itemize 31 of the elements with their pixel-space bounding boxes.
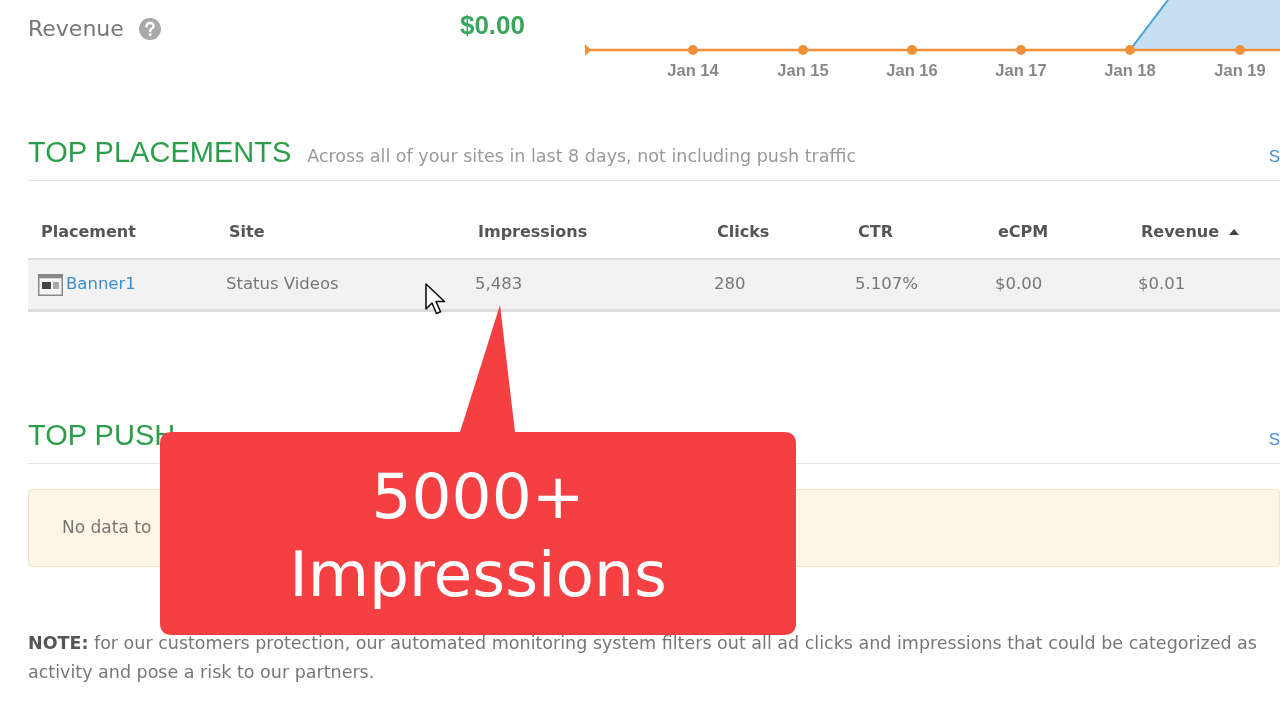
mouse-pointer-icon [425,283,446,315]
callout-text: 5000+ [371,459,585,535]
axis-label: Jan 18 [1104,61,1156,79]
table-cell-text: $0.00 [995,273,1043,296]
revenue-label: Revenue [28,15,124,43]
table-cell-text: Status Videos [226,273,339,296]
column-header[interactable]: Revenue [1141,219,1220,244]
table-cell-text: 280 [714,273,746,296]
callout-text: Impressions [289,537,667,613]
table-cell-text: $0.01 [1138,273,1186,296]
section-title: TOP PLACEMENTS [28,135,292,169]
section-subtitle: Across all of your sites in last 8 days, not including push traffic [307,145,857,168]
axis-label: Jan 15 [777,61,829,79]
column-header[interactable]: Impressions [478,219,588,244]
table-cell-text: 5,483 [475,273,523,296]
axis-label: Jan 19 [1214,61,1266,79]
revenue-value: $0.00 [459,10,525,40]
column-header[interactable]: eCPM [998,219,1049,244]
table-row[interactable]: Banner1 Status Videos 5,483 280 5.107% $0.00 $0.01 [28,258,1280,312]
column-header[interactable]: CTR [858,219,893,244]
axis-label: Jan 16 [886,61,938,79]
column-header[interactable]: Site [229,219,265,244]
column-header[interactable]: Placement [41,219,136,244]
sort-ascending-icon[interactable] [1229,228,1240,235]
column-header[interactable]: Clicks [717,219,770,244]
table-cell-text: 5.107% [855,273,918,296]
axis-label: Jan 17 [995,61,1047,79]
note-text: NOTE: for our customers protection, our automated monitoring system filters out all ad clicks and impressions that could be categorized as activity and pose a risk to our partners. [28,632,1257,684]
banner-icon [38,273,63,296]
axis-label: Jan 14 [667,61,719,79]
empty-message: No data to [62,516,152,540]
